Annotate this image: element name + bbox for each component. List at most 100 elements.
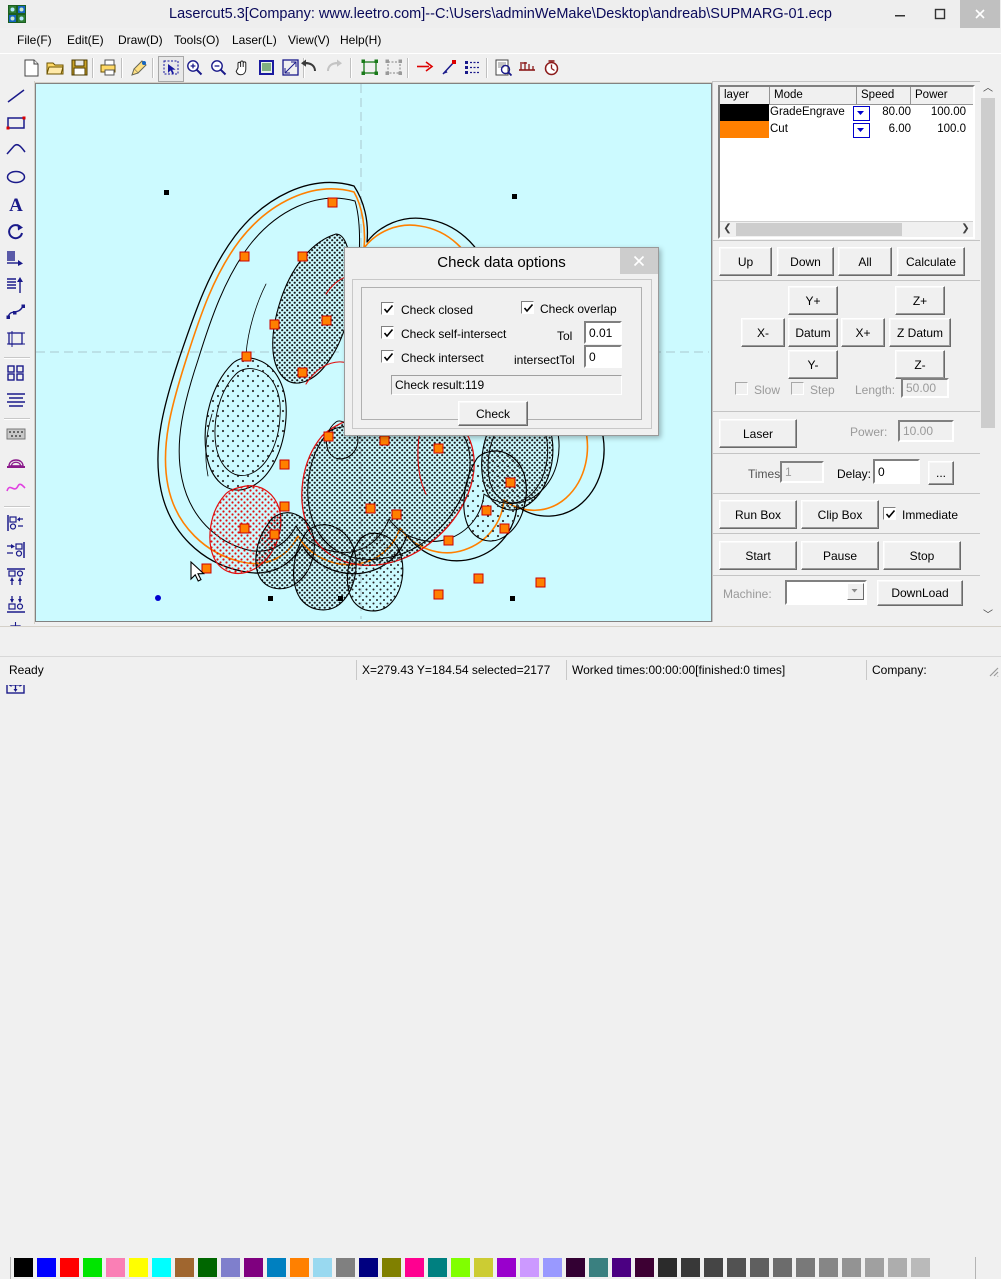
palette-color-15[interactable] [359,1258,378,1277]
palette-color-3[interactable] [83,1258,102,1277]
undo-icon[interactable] [297,56,321,80]
scroll-down-icon[interactable]: ﹀ [980,608,996,624]
menu-file[interactable]: File(F) [10,28,59,52]
palette-color-38[interactable] [888,1258,907,1277]
machine-select[interactable] [785,580,867,605]
jog-y-plus-button[interactable]: Y+ [788,286,838,315]
times-field[interactable]: 1 [780,461,824,483]
palette-color-25[interactable] [589,1258,608,1277]
laser-button[interactable]: Laser [719,419,797,448]
bitmap-icon[interactable] [5,424,29,448]
line-tool-icon[interactable] [5,86,29,110]
pause-button[interactable]: Pause [801,541,879,570]
layer-horizontal-scrollbar[interactable]: ❮ ❯ [720,221,973,237]
check-self-intersect-checkbox[interactable] [381,326,394,339]
jog-z-datum-button[interactable]: Z Datum [889,318,951,347]
dialog-close-icon[interactable] [620,248,658,274]
palette-color-12[interactable] [290,1258,309,1277]
menu-draw[interactable]: Draw(D) [111,28,170,52]
align-top-icon[interactable] [5,567,29,591]
transform-icon[interactable] [5,329,29,353]
align-right-icon[interactable] [5,540,29,564]
palette-color-14[interactable] [336,1258,355,1277]
curve-smooth-icon[interactable] [5,478,29,502]
menu-laser[interactable]: Laser(L) [225,28,284,52]
layer-all-button[interactable]: All [838,247,892,276]
layer-color-swatch[interactable] [720,104,769,121]
layer-color-swatch[interactable] [720,121,769,138]
length-field[interactable]: 50.00 [901,378,949,398]
palette-color-23[interactable] [543,1258,562,1277]
save-file-icon[interactable] [67,56,91,80]
palette-color-17[interactable] [405,1258,424,1277]
jog-y-minus-button[interactable]: Y- [788,350,838,379]
open-file-icon[interactable] [43,56,67,80]
offset-icon[interactable] [5,451,29,475]
polyline-tool-icon[interactable] [5,140,29,164]
cut-order-icon[interactable] [461,56,485,80]
calculate-button[interactable]: Calculate [897,247,965,276]
tol-field[interactable]: 0.01 [584,321,622,344]
step-checkbox[interactable] [791,382,804,395]
palette-color-19[interactable] [451,1258,470,1277]
download-button[interactable]: DownLoad [877,580,963,606]
palette-color-5[interactable] [129,1258,148,1277]
zoom-page-icon[interactable] [254,56,278,80]
run-box-button[interactable]: Run Box [719,500,797,529]
palette-color-33[interactable] [773,1258,792,1277]
palette-color-27[interactable] [635,1258,654,1277]
estimate-time-icon[interactable] [539,56,563,80]
palette-color-13[interactable] [313,1258,332,1277]
palette-color-39[interactable] [911,1258,930,1277]
menu-tools[interactable]: Tools(O) [167,28,226,52]
palette-color-36[interactable] [842,1258,861,1277]
palette-color-6[interactable] [152,1258,171,1277]
jog-x-minus-button[interactable]: X- [741,318,785,347]
palette-color-7[interactable] [175,1258,194,1277]
redo-icon[interactable] [321,56,345,80]
palette-color-9[interactable] [221,1258,240,1277]
scroll-right-icon[interactable]: ❯ [958,222,973,236]
slow-checkbox[interactable] [735,382,748,395]
palette-color-31[interactable] [727,1258,746,1277]
ellipse-tool-icon[interactable] [5,167,29,191]
delay-field[interactable]: 0 [873,459,920,484]
palette-color-29[interactable] [681,1258,700,1277]
power-field[interactable]: 10.00 [898,420,954,442]
start-point-icon[interactable] [437,56,461,80]
rotate-tool-icon[interactable] [5,221,29,245]
check-intersect-checkbox[interactable] [381,350,394,363]
align-left-icon[interactable] [5,513,29,537]
chevron-down-icon[interactable] [853,106,870,121]
ungroup-icon[interactable] [382,56,406,80]
palette-color-20[interactable] [474,1258,493,1277]
check-button[interactable]: Check [458,401,528,426]
palette-color-26[interactable] [612,1258,631,1277]
scrollbar-thumb[interactable] [736,223,902,236]
chevron-down-icon[interactable] [853,123,870,138]
layer-table[interactable]: layer Mode Speed Power GradeEngrave 80.0… [718,85,975,239]
palette-color-18[interactable] [428,1258,447,1277]
array-copy-icon[interactable] [5,363,29,387]
group-icon[interactable] [358,56,382,80]
palette-color-0[interactable] [14,1258,33,1277]
palette-color-30[interactable] [704,1258,723,1277]
mirror-horizontal-icon[interactable] [5,248,29,272]
table-row[interactable]: GradeEngrave 80.00 100.00 [720,104,973,121]
close-button[interactable] [960,0,1000,28]
print-icon[interactable] [97,56,121,80]
delay-more-button[interactable]: ... [928,461,954,485]
new-file-icon[interactable] [19,56,43,80]
check-overlap-checkbox[interactable] [521,301,534,314]
node-edit-icon[interactable] [5,302,29,326]
align-bottom-icon[interactable] [5,594,29,618]
palette-color-35[interactable] [819,1258,838,1277]
jog-x-plus-button[interactable]: X+ [841,318,885,347]
select-tool-icon[interactable] [158,56,184,82]
intersect-tol-field[interactable]: 0 [584,345,622,368]
chevron-down-icon[interactable] [847,583,864,600]
start-button[interactable]: Start [719,541,797,570]
palette-color-2[interactable] [60,1258,79,1277]
jog-z-minus-button[interactable]: Z- [895,350,945,379]
palette-color-24[interactable] [566,1258,585,1277]
